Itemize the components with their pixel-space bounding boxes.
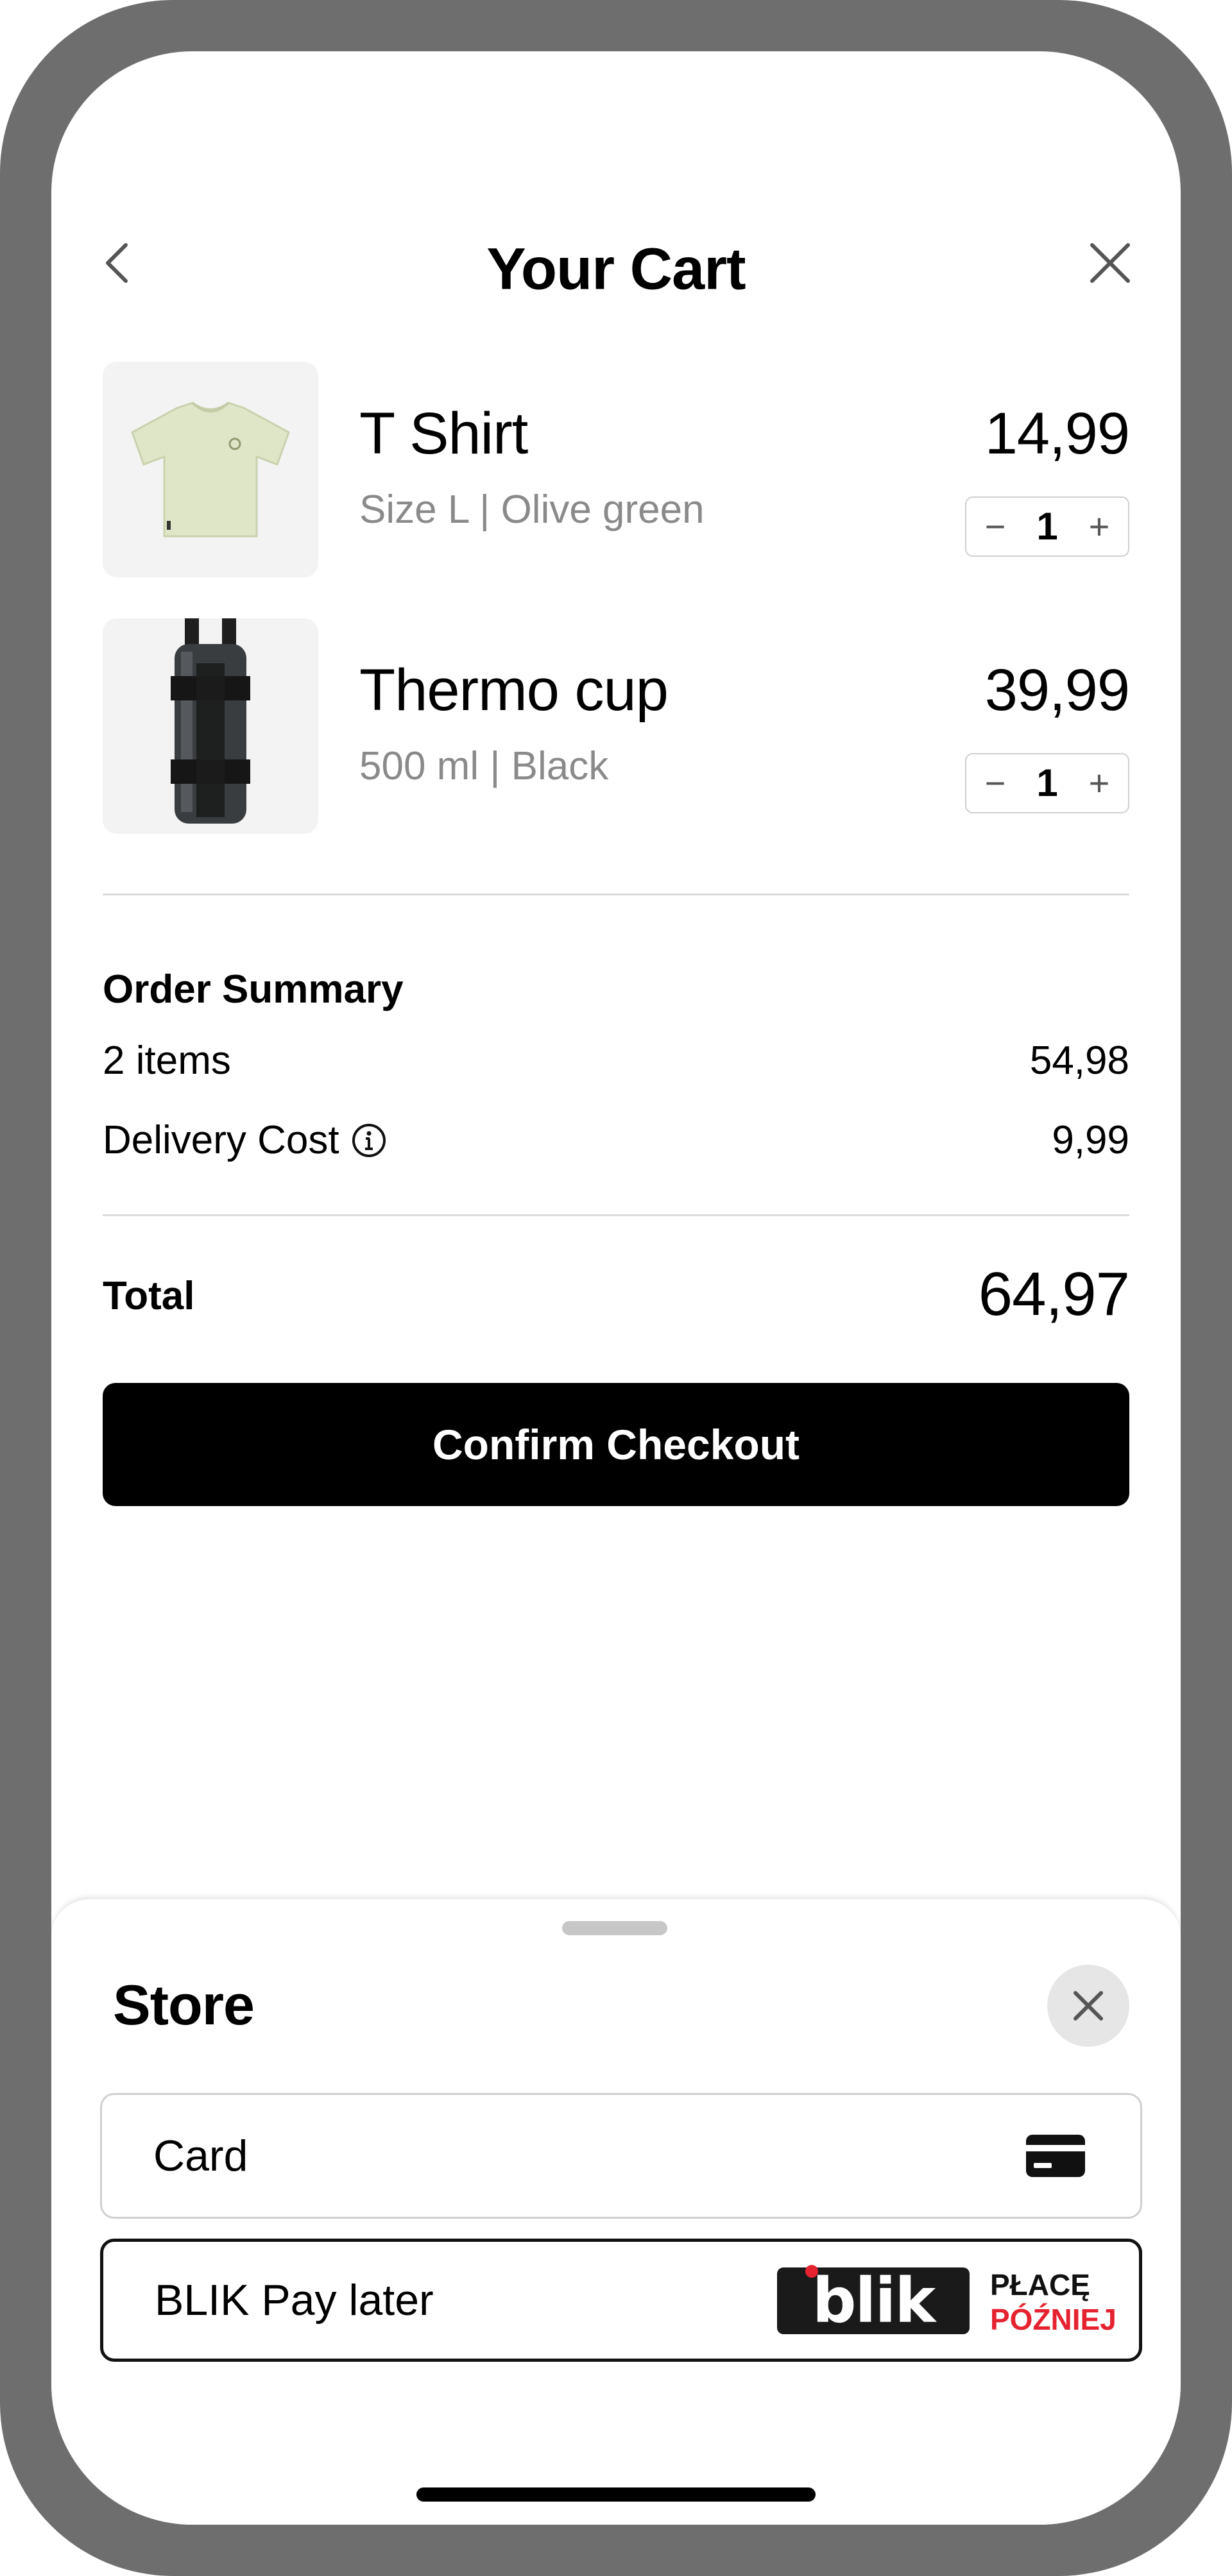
item-name: T Shirt <box>359 401 528 466</box>
quantity-stepper: − 1 + <box>965 496 1129 557</box>
payment-option-label: Card <box>153 2131 248 2180</box>
page-title: Your Cart <box>486 236 746 302</box>
blik-dot <box>805 2265 818 2278</box>
divider <box>103 894 1129 895</box>
sheet-grabber[interactable] <box>562 1921 667 1935</box>
delivery-cost-value: 9,99 <box>1052 1118 1129 1162</box>
cart-item: T Shirt Size L | Olive green 14,99 − 1 + <box>103 362 1130 577</box>
info-icon[interactable] <box>351 1123 387 1158</box>
confirm-checkout-button[interactable]: Confirm Checkout <box>103 1383 1129 1506</box>
payment-option-blik[interactable]: BLIK Pay later blik PŁACĘ PÓŹNIEJ <box>100 2239 1142 2362</box>
app-screen: Your Cart T Shirt Size L | Olive green 1… <box>51 51 1181 2525</box>
payment-option-card[interactable]: Card <box>100 2093 1142 2219</box>
total-value: 64,97 <box>978 1260 1130 1328</box>
item-details: Size L | Olive green <box>359 487 705 532</box>
increment-button[interactable]: + <box>1082 507 1116 546</box>
tshirt-image <box>103 362 318 577</box>
total-label: Total <box>103 1274 195 1318</box>
quantity-value: 1 <box>1036 761 1058 804</box>
sheet-title: Store <box>113 1973 255 2037</box>
blik-logo: blik <box>777 2265 970 2337</box>
item-name: Thermo cup <box>359 657 669 723</box>
summary-delivery-row: Delivery Cost 9,99 <box>103 1118 1129 1163</box>
payment-option-label: BLIK Pay later <box>155 2276 434 2325</box>
close-button[interactable] <box>1084 237 1136 289</box>
pay-later-badge: PŁACĘ PÓŹNIEJ <box>990 2270 1116 2334</box>
items-count-label: 2 items <box>103 1038 231 1083</box>
order-summary-title: Order Summary <box>103 967 404 1012</box>
decrement-button[interactable]: − <box>978 764 1013 802</box>
item-price: 39,99 <box>984 657 1130 723</box>
thermo-cup-image <box>103 618 318 834</box>
item-details: 500 ml | Black <box>359 744 609 788</box>
cart-item: Thermo cup 500 ml | Black 39,99 − 1 + <box>103 618 1130 834</box>
quantity-stepper: − 1 + <box>965 753 1129 813</box>
delivery-cost-label: Delivery Cost <box>103 1118 339 1162</box>
divider <box>103 1214 1129 1216</box>
quantity-value: 1 <box>1036 505 1058 548</box>
decrement-button[interactable]: − <box>978 507 1013 546</box>
badge-line2: PÓŹNIEJ <box>990 2303 1116 2336</box>
badge-line1: PŁACĘ <box>990 2268 1090 2301</box>
phone-frame: Your Cart T Shirt Size L | Olive green 1… <box>0 0 1232 2576</box>
items-subtotal: 54,98 <box>1029 1038 1129 1083</box>
delivery-label-group: Delivery Cost <box>103 1118 387 1163</box>
item-price: 14,99 <box>984 401 1130 466</box>
close-icon <box>1074 1991 1103 2021</box>
summary-items-row: 2 items 54,98 <box>103 1038 1129 1083</box>
increment-button[interactable]: + <box>1082 764 1116 802</box>
sheet-close-button[interactable] <box>1047 1965 1129 2047</box>
close-icon <box>1090 243 1130 283</box>
blik-wordmark: blik <box>812 2265 936 2337</box>
credit-card-icon <box>1026 2135 1085 2177</box>
home-indicator[interactable] <box>416 2487 816 2502</box>
